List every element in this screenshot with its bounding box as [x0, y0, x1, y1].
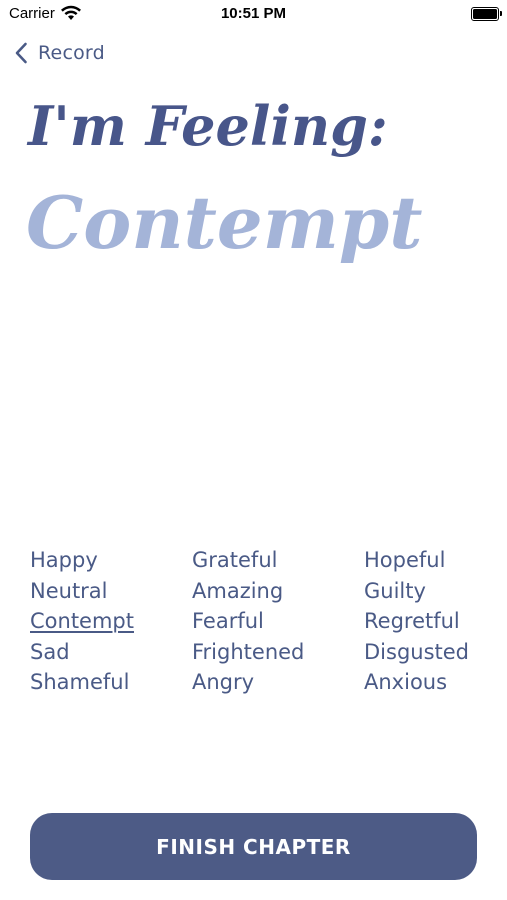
- emotion-option-hopeful[interactable]: Hopeful: [364, 545, 469, 576]
- emotion-option-frightened[interactable]: Frightened: [192, 637, 304, 668]
- emotion-option-happy[interactable]: Happy: [30, 545, 134, 576]
- status-time: 10:51 PM: [220, 5, 287, 22]
- emotion-option-anxious[interactable]: Anxious: [364, 667, 469, 698]
- emotion-option-sad[interactable]: Sad: [30, 637, 134, 668]
- selected-emotion-title: Contempt: [26, 180, 423, 265]
- emotion-option-neutral[interactable]: Neutral: [30, 576, 134, 607]
- emotion-option-shameful[interactable]: Shameful: [30, 667, 134, 698]
- emotion-option-regretful[interactable]: Regretful: [364, 606, 469, 637]
- emotion-option-disgusted[interactable]: Disgusted: [364, 637, 469, 668]
- emotion-option-angry[interactable]: Angry: [192, 667, 304, 698]
- emotion-option-amazing[interactable]: Amazing: [192, 576, 304, 607]
- page-title: I'm Feeling:: [28, 94, 388, 158]
- emotion-column-3: Hopeful Guilty Regretful Disgusted Anxio…: [364, 545, 469, 698]
- emotion-option-fearful[interactable]: Fearful: [192, 606, 304, 637]
- emotion-option-guilty[interactable]: Guilty: [364, 576, 469, 607]
- emotion-column-1: Happy Neutral Contempt Sad Shameful: [30, 545, 134, 698]
- finish-chapter-button-label: FINISH CHAPTER: [156, 834, 351, 859]
- back-button-label: Record: [38, 42, 105, 64]
- finish-chapter-button[interactable]: FINISH CHAPTER: [30, 813, 477, 880]
- emotion-option-grateful[interactable]: Grateful: [192, 545, 304, 576]
- status-bar: Carrier 10:51 PM: [0, 0, 507, 28]
- emotion-option-contempt[interactable]: Contempt: [30, 606, 134, 637]
- back-button[interactable]: Record: [14, 38, 105, 68]
- emotion-column-2: Grateful Amazing Fearful Frightened Angr…: [192, 545, 304, 698]
- chevron-left-icon: [15, 42, 27, 64]
- battery-icon: [471, 7, 502, 21]
